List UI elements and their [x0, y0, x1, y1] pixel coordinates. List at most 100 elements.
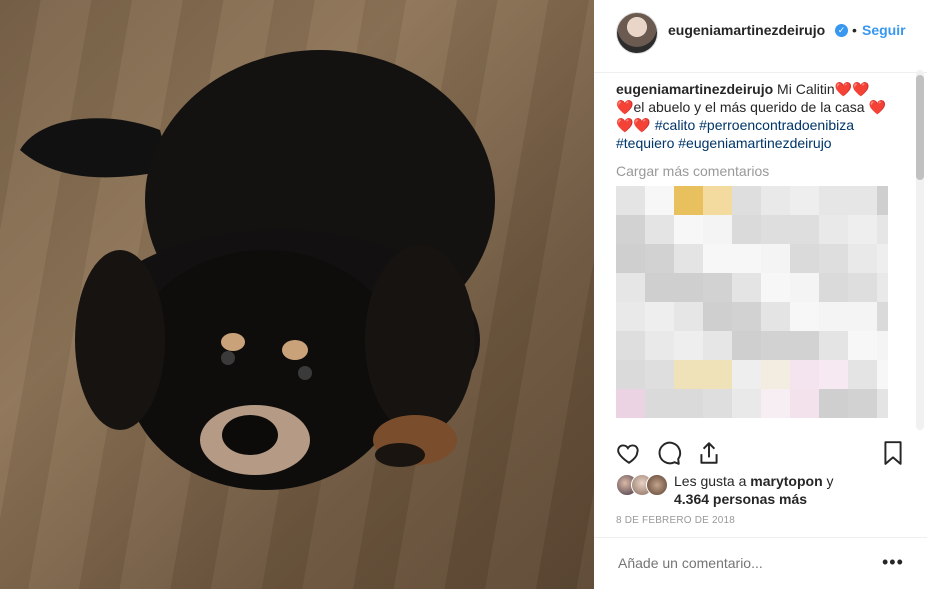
blur-cell — [645, 215, 674, 244]
blur-cell — [761, 389, 790, 418]
comments-scrollbar-thumb[interactable] — [916, 75, 924, 180]
blur-cell — [848, 186, 877, 215]
blur-cell — [848, 215, 877, 244]
blur-cell — [848, 244, 877, 273]
blur-cell — [848, 389, 877, 418]
blur-cell — [674, 186, 703, 215]
avatar — [646, 474, 668, 496]
blur-cell — [645, 302, 674, 331]
action-bar — [616, 440, 916, 468]
blur-cell — [732, 331, 761, 360]
caption: eugeniamartinezdeirujo Mi Calitin❤️❤️ ❤️… — [616, 80, 888, 152]
blur-cell — [761, 186, 790, 215]
more-options-icon[interactable]: ••• — [882, 552, 904, 573]
blur-cell — [848, 302, 877, 331]
likes-user[interactable]: marytopon — [750, 473, 822, 489]
blur-cell — [645, 273, 674, 302]
avatar[interactable] — [616, 12, 658, 54]
blur-cell — [790, 273, 819, 302]
blur-cell — [848, 360, 877, 389]
comment-icon[interactable] — [656, 440, 682, 466]
load-more-comments[interactable]: Cargar más comentarios — [616, 162, 888, 180]
blur-cell — [645, 360, 674, 389]
share-icon[interactable] — [696, 440, 722, 466]
follow-button[interactable]: Seguir — [862, 22, 908, 38]
blur-cell — [616, 273, 645, 302]
caption-text-start: Mi Calitin — [777, 81, 835, 97]
post-photo[interactable] — [0, 0, 594, 589]
blur-cell — [819, 186, 848, 215]
blur-cell — [645, 186, 674, 215]
heart-icon[interactable] — [616, 440, 642, 466]
blurred-comments — [616, 186, 888, 418]
bookmark-icon[interactable] — [880, 440, 906, 466]
blur-cell — [877, 302, 888, 331]
blur-cell — [732, 215, 761, 244]
blur-cell — [761, 215, 790, 244]
blur-cell — [703, 273, 732, 302]
blur-cell — [703, 215, 732, 244]
blur-cell — [645, 244, 674, 273]
blur-cell — [790, 186, 819, 215]
blur-cell — [819, 360, 848, 389]
blur-cell — [790, 331, 819, 360]
liker-avatars[interactable] — [616, 474, 668, 496]
blur-cell — [819, 273, 848, 302]
caption-hearts-a: ❤️❤️ — [834, 81, 870, 97]
blur-cell — [674, 244, 703, 273]
post-username[interactable]: eugeniamartinezdeirujo — [668, 22, 825, 38]
blur-cell — [819, 302, 848, 331]
blur-cell — [848, 331, 877, 360]
blur-cell — [616, 331, 645, 360]
likes-text: Les gusta a marytopon y 4.364 personas m… — [674, 472, 914, 508]
caption-hashtags-2[interactable]: #tequiero #eugeniamartinezdeirujo — [616, 135, 832, 151]
blur-cell — [761, 331, 790, 360]
blur-cell — [732, 273, 761, 302]
blur-cell — [703, 302, 732, 331]
blur-cell — [674, 360, 703, 389]
blur-cell — [732, 360, 761, 389]
caption-hearts-b: ❤️ — [616, 99, 634, 115]
likes-others[interactable]: 4.364 personas más — [674, 491, 807, 507]
likes-summary: Les gusta a marytopon y 4.364 personas m… — [616, 472, 916, 512]
blur-cell — [761, 360, 790, 389]
blur-cell — [877, 244, 888, 273]
blur-cell — [761, 244, 790, 273]
comments-area: eugeniamartinezdeirujo Mi Calitin❤️❤️ ❤️… — [616, 80, 888, 430]
blur-cell — [819, 215, 848, 244]
blur-cell — [703, 186, 732, 215]
blur-cell — [645, 389, 674, 418]
blur-cell — [790, 215, 819, 244]
blur-cell — [732, 244, 761, 273]
post-date[interactable]: 8 DE FEBRERO DE 2018 — [616, 515, 735, 526]
blur-cell — [703, 389, 732, 418]
blur-cell — [674, 273, 703, 302]
blur-cell — [790, 360, 819, 389]
blur-cell — [674, 389, 703, 418]
verified-icon: ✓ — [835, 24, 848, 37]
blur-cell — [616, 215, 645, 244]
blur-cell — [732, 302, 761, 331]
blur-cell — [848, 273, 877, 302]
caption-username[interactable]: eugeniamartinezdeirujo — [616, 81, 773, 97]
blur-cell — [732, 389, 761, 418]
blur-cell — [877, 360, 888, 389]
blur-cell — [616, 302, 645, 331]
blur-cell — [761, 273, 790, 302]
blur-cell — [703, 244, 732, 273]
blur-cell — [645, 331, 674, 360]
blur-cell — [703, 360, 732, 389]
blur-cell — [732, 186, 761, 215]
blur-cell — [877, 331, 888, 360]
blur-cell — [877, 186, 888, 215]
blur-cell — [819, 244, 848, 273]
blur-cell — [616, 360, 645, 389]
blur-cell — [790, 302, 819, 331]
blur-cell — [819, 389, 848, 418]
blur-cell — [616, 186, 645, 215]
separator-dot: • — [852, 22, 857, 38]
blur-cell — [703, 331, 732, 360]
comment-input[interactable] — [616, 554, 870, 572]
caption-hashtags-1[interactable]: #calito #perroencontradoenibiza — [655, 117, 854, 133]
add-comment-bar: ••• — [594, 537, 927, 590]
